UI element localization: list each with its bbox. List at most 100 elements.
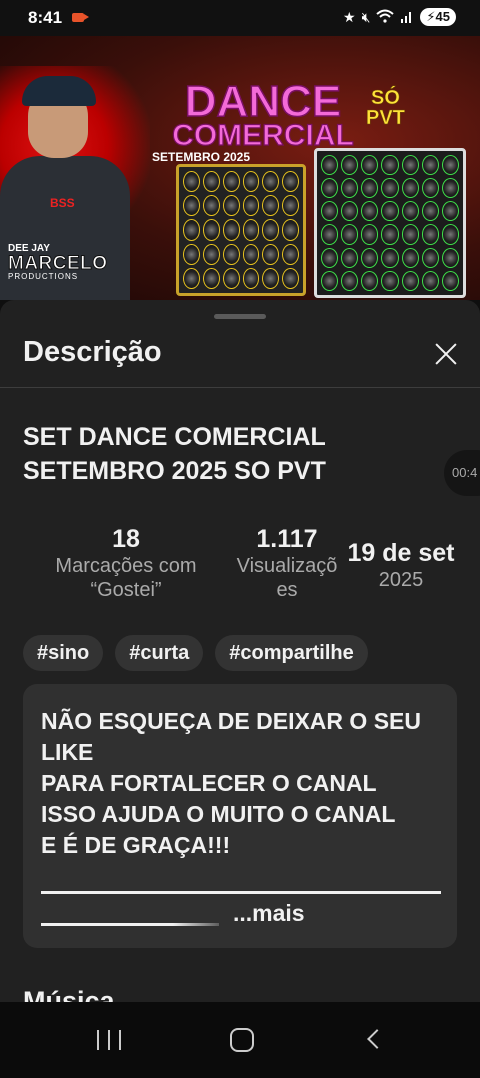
sheet-title: Descrição [23, 336, 162, 368]
mute-icon: 🔇︎ [361, 8, 371, 25]
close-icon[interactable] [426, 334, 466, 374]
speaker-cone [242, 171, 260, 193]
speaker-cone [242, 267, 260, 289]
speaker-cone [361, 247, 379, 268]
likes-label-1: Marcações com [55, 555, 197, 577]
description-box[interactable]: NÃO ESQUEÇA DE DEIXAR O SEU LIKE PARA FO… [23, 684, 457, 948]
recents-icon[interactable] [97, 1030, 121, 1050]
speaker-cone [421, 247, 439, 268]
speaker-cone [361, 224, 379, 245]
speaker-cone [242, 195, 260, 217]
speaker-cone [183, 267, 200, 289]
speaker-cone [401, 155, 419, 176]
speaker-cone [222, 267, 240, 289]
speaker-cone [341, 178, 359, 199]
speaker-cone [321, 178, 339, 199]
speaker-cone [202, 243, 220, 265]
speaker-cone [183, 171, 200, 193]
speaker-cone [183, 243, 200, 265]
hashtag-chip[interactable]: #sino [23, 635, 104, 671]
speaker-cone [341, 224, 359, 245]
status-time: 8:41 [28, 8, 63, 27]
speaker-cone [262, 195, 280, 217]
speaker-cone [282, 267, 299, 289]
thumbnail-title-line1: DANCE [184, 77, 342, 126]
battery-level: 45 [435, 9, 450, 24]
hashtag-chip[interactable]: #compartilhe [215, 635, 368, 671]
speaker-cone [381, 270, 399, 291]
description-line: E É DE GRAÇA!!! [41, 832, 231, 858]
speaker-cone [381, 155, 399, 176]
description-line: LIKE [41, 739, 94, 765]
speaker-cone [381, 178, 399, 199]
description-line: PARA FORTALECER O CANAL [41, 770, 377, 796]
speaker-cone [421, 178, 439, 199]
speaker-cone [202, 195, 220, 217]
speaker-cone [441, 201, 459, 222]
speaker-cone [381, 201, 399, 222]
speaker-cone [321, 224, 339, 245]
thumbnail-pvt: PVT [366, 107, 405, 129]
more-button[interactable]: ...mais [233, 900, 305, 927]
speaker-cone [361, 270, 379, 291]
speaker-cone [421, 270, 439, 291]
back-icon[interactable] [367, 1029, 387, 1049]
speaker-cone [222, 171, 240, 193]
status-icons: ★ 🔇︎ ⚡45 [343, 8, 456, 26]
speaker-cone [361, 201, 379, 222]
date-stat: 19 de set 2025 [338, 538, 464, 592]
speaker-wall-left [176, 164, 306, 296]
video-player[interactable]: BSS DEE JAY MARCELO PRODUCTIONS DANCE CO… [0, 36, 480, 300]
divider [0, 387, 480, 388]
speaker-cone [222, 219, 240, 241]
system-nav-bar [0, 1002, 480, 1078]
speaker-cone [222, 243, 240, 265]
description-line: ISSO AJUDA O MUITO O CANAL [41, 801, 396, 827]
speaker-cone [183, 219, 200, 241]
home-icon[interactable] [230, 1028, 254, 1052]
speaker-cone [282, 195, 299, 217]
speaker-cone [282, 171, 299, 193]
speaker-cone [262, 219, 280, 241]
speaker-cone [321, 247, 339, 268]
speaker-cone [361, 178, 379, 199]
likes-count: 18 [112, 525, 140, 553]
speaker-cone [421, 155, 439, 176]
speaker-cone [262, 267, 280, 289]
battery-icon: ⚡45 [420, 8, 456, 26]
speaker-cone [341, 247, 359, 268]
timestamp-chip[interactable]: 00:4 [444, 450, 480, 496]
speaker-cone [262, 243, 280, 265]
description-line: NÃO ESQUEÇA DE DEIXAR O SEU [41, 708, 421, 734]
hashtag-chip[interactable]: #curta [115, 635, 204, 671]
speaker-cone [421, 224, 439, 245]
thumbnail-title-line2: COMERCIAL [172, 119, 355, 153]
speaker-cone [341, 201, 359, 222]
speaker-cone [202, 171, 220, 193]
thumbnail-subtitle: SETEMBRO 2025 [152, 150, 251, 165]
speaker-cone [183, 195, 200, 217]
speaker-cone [321, 201, 339, 222]
speaker-cone [282, 243, 299, 265]
likes-stat: 18 Marcações com “Gostei” [40, 524, 212, 602]
description-underline [41, 891, 441, 894]
speaker-cone [202, 267, 220, 289]
speaker-cone [421, 201, 439, 222]
date-value: 19 de set [347, 539, 455, 567]
speaker-cone [401, 247, 419, 268]
description-fade [173, 916, 233, 932]
hashtag-list: #sino #curta #compartilhe [23, 635, 368, 671]
thumbnail-title: DANCE COMERCIAL SETEMBRO 2025 [148, 77, 378, 165]
speaker-wall-right [314, 148, 466, 298]
dj-logo: DEE JAY MARCELO PRODUCTIONS [8, 244, 108, 281]
cap [22, 76, 96, 106]
video-title: SET DANCE COMERCIAL SETEMBRO 2025 SO PVT [23, 423, 326, 485]
speaker-cone [381, 224, 399, 245]
thumbnail-so: SÓ [371, 87, 400, 109]
drag-handle[interactable] [214, 314, 266, 319]
speaker-cone [401, 270, 419, 291]
description-sheet: Descrição SET DANCE COMERCIAL SETEMBRO 2… [0, 300, 480, 1002]
speaker-cone [242, 243, 260, 265]
views-label-2: es [276, 579, 298, 601]
thumbnail-so-pvt: SÓ PVT [366, 87, 405, 129]
